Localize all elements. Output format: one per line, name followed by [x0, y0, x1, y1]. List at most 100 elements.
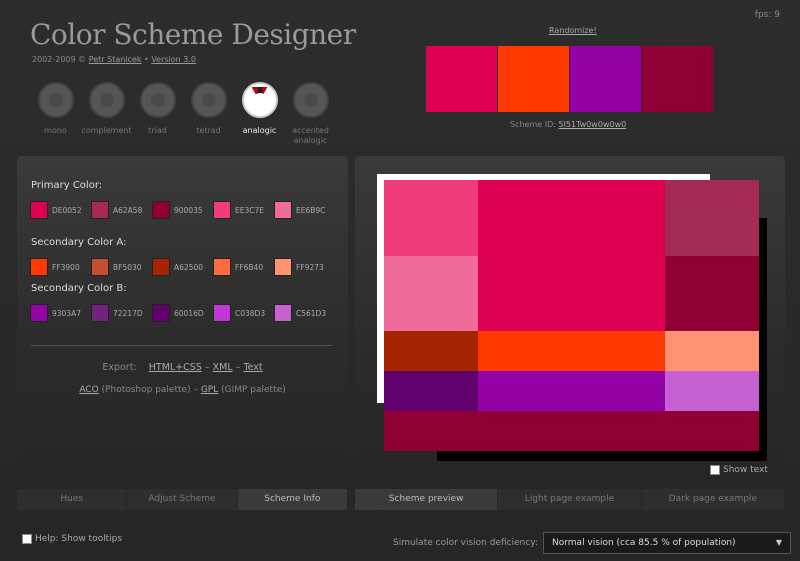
color-chip[interactable]: FF9273: [274, 258, 335, 276]
tab-adjust-scheme[interactable]: Adjust Scheme: [127, 489, 238, 510]
color-chip[interactable]: 72217D: [91, 304, 152, 322]
preview-panel: Show text Scheme preview Light page examp…: [355, 156, 785, 510]
main-color-swatch[interactable]: [570, 46, 641, 112]
preview-lighter-primary: [384, 256, 478, 331]
chevron-down-icon: ▼: [775, 538, 782, 547]
randomize-link[interactable]: Randomize!: [549, 26, 597, 35]
tab-scheme-info[interactable]: Scheme Info: [237, 489, 348, 510]
mode-complement[interactable]: complement: [81, 82, 132, 146]
preview-base-primary: [478, 180, 665, 331]
color-swatch[interactable]: [152, 304, 170, 322]
right-tabs: Scheme preview Light page example Dark pag…: [355, 489, 785, 510]
mode-accented-analogic[interactable]: accented analogic: [285, 82, 336, 146]
cvd-selected-value: Normal vision (cca 85.5 % of population): [552, 538, 736, 548]
mode-label: complement: [81, 126, 132, 135]
preview-footer-primary: [384, 411, 759, 451]
fps-counter: fps: 9: [754, 10, 780, 20]
cvd-label: Simulate color vision deficiency:: [393, 538, 538, 548]
tab-scheme-preview[interactable]: Scheme preview: [355, 489, 499, 510]
author-link[interactable]: Petr Stanicek: [89, 55, 142, 64]
color-chip[interactable]: EE3C7E: [213, 201, 274, 219]
app-logo: Color Scheme Designer: [30, 18, 356, 51]
color-chip[interactable]: 900035: [152, 201, 213, 219]
main-swatches: [426, 46, 714, 112]
mode-mono[interactable]: mono: [30, 82, 81, 146]
main-color-swatch[interactable]: [426, 46, 497, 112]
color-hex-code: C038D3: [235, 308, 266, 318]
scheme-id-link[interactable]: 5I51Tw0w0w0w0: [558, 120, 626, 129]
credits: 2002-2009 © Petr Stanicek • Version 3.0: [32, 55, 196, 64]
export-dash: –: [232, 362, 244, 373]
color-swatch[interactable]: [91, 201, 109, 219]
scheme-id-label: Scheme ID:: [510, 120, 559, 129]
left-tabs: Hues Adjust Scheme Scheme Info: [17, 489, 348, 510]
color-chip[interactable]: A62A58: [91, 201, 152, 219]
mode-label: tetrad: [196, 126, 221, 135]
color-hex-code: 72217D: [113, 308, 143, 318]
color-group-title: Secondary Color A:: [31, 237, 127, 248]
color-row: DE0052 A62A58 900035 EE3C7E EE6B9C: [30, 201, 335, 219]
color-chip[interactable]: DE0052: [30, 201, 91, 219]
mode-label: triad: [148, 126, 167, 135]
color-swatch[interactable]: [30, 201, 48, 219]
color-swatch[interactable]: [213, 201, 231, 219]
main-color-swatch[interactable]: [498, 46, 569, 112]
tab-light-page-example[interactable]: Light page example: [498, 489, 642, 510]
preview-base-secondary-a: [478, 331, 665, 371]
help-checkbox[interactable]: [22, 534, 32, 544]
color-swatch[interactable]: [91, 304, 109, 322]
export-html-link[interactable]: HTML+CSS: [149, 362, 202, 373]
color-swatch[interactable]: [30, 304, 48, 322]
color-swatch[interactable]: [152, 258, 170, 276]
color-wheel-icon: [292, 82, 329, 118]
color-hex-code: EE6B9C: [296, 205, 326, 215]
color-swatch[interactable]: [30, 258, 48, 276]
export-gpl-link[interactable]: GPL: [201, 385, 218, 395]
color-chip[interactable]: A62500: [152, 258, 213, 276]
mode-analogic[interactable]: analogic: [234, 82, 285, 146]
export-text-link[interactable]: Text: [243, 362, 262, 373]
color-swatch[interactable]: [274, 304, 292, 322]
color-wheel-icon: [190, 82, 227, 118]
color-hex-code: BF5030: [113, 262, 142, 272]
color-hex-code: A62A58: [113, 205, 143, 215]
credits-years: 2002-2009 ©: [32, 55, 89, 64]
scheme-preview: [377, 174, 767, 461]
color-hex-code: 9303A7: [52, 308, 81, 318]
help-toggle[interactable]: Help: Show tooltips: [22, 534, 122, 544]
tab-hues[interactable]: Hues: [17, 489, 128, 510]
color-swatch[interactable]: [152, 201, 170, 219]
version-link[interactable]: Version 3.0: [151, 55, 196, 64]
color-chip[interactable]: C038D3: [213, 304, 274, 322]
color-chip[interactable]: 60016D: [152, 304, 213, 322]
main-color-swatch[interactable]: [642, 46, 713, 112]
color-chip[interactable]: EE6B9C: [274, 201, 335, 219]
export-palettes: ACO (Photoshop palette) – GPL (GIMP pale…: [17, 385, 348, 395]
color-swatch[interactable]: [274, 258, 292, 276]
export-aco-link[interactable]: ACO: [79, 385, 98, 395]
app-window: fps: 9 Color Scheme Designer 2002-2009 ©…: [0, 0, 800, 561]
color-chip[interactable]: 9303A7: [30, 304, 91, 322]
color-chip[interactable]: C561D3: [274, 304, 335, 322]
color-chip[interactable]: BF5030: [91, 258, 152, 276]
export-dash: –: [201, 362, 213, 373]
show-text-checkbox[interactable]: [710, 465, 720, 475]
color-swatch[interactable]: [274, 201, 292, 219]
scheme-info-panel: Primary Color: DE0052 A62A58 900035 EE3C7E EE…: [17, 156, 348, 510]
export-label: Export:: [102, 362, 137, 373]
color-chip[interactable]: FF3900: [30, 258, 91, 276]
mode-tetrad[interactable]: tetrad: [183, 82, 234, 146]
cvd-select[interactable]: Normal vision (cca 85.5 % of population)…: [543, 532, 791, 554]
export-xml-link[interactable]: XML: [213, 362, 233, 373]
aco-desc: (Photoshop palette) –: [98, 385, 201, 395]
tab-dark-page-example[interactable]: Dark page example: [641, 489, 785, 510]
color-hex-code: C561D3: [296, 308, 327, 318]
color-swatch[interactable]: [213, 258, 231, 276]
show-text-toggle[interactable]: Show text: [710, 465, 768, 475]
color-swatch[interactable]: [91, 258, 109, 276]
scheme-id: Scheme ID: 5I51Tw0w0w0w0: [510, 120, 626, 129]
color-swatch[interactable]: [213, 304, 231, 322]
mode-triad[interactable]: triad: [132, 82, 183, 146]
color-chip[interactable]: FF6B40: [213, 258, 274, 276]
color-hex-code: 60016D: [174, 308, 204, 318]
